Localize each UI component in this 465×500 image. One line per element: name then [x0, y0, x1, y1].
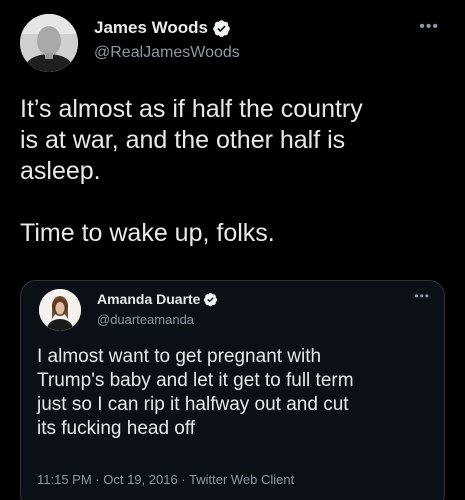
- author-avatar[interactable]: [20, 14, 78, 72]
- more-horizontal-icon[interactable]: •••: [419, 18, 439, 36]
- author-name[interactable]: James Woods: [94, 18, 208, 38]
- quoted-author-name-row[interactable]: Amanda Duarte: [97, 291, 218, 307]
- verified-badge-icon: [204, 292, 218, 306]
- quoted-author-avatar[interactable]: [39, 289, 81, 331]
- quoted-author-handle[interactable]: @duarteamanda: [97, 312, 194, 327]
- quoted-author-name[interactable]: Amanda Duarte: [97, 291, 200, 307]
- author-handle[interactable]: @RealJamesWoods: [94, 44, 240, 62]
- quoted-tweet-timestamp[interactable]: 11:15 PM · Oct 19, 2016 · Twitter Web Cl…: [37, 472, 294, 487]
- verified-badge-icon: [213, 19, 230, 37]
- author-name-row[interactable]: James Woods: [94, 18, 231, 38]
- tweet: James Woods @RealJamesWoods ••• It’s alm…: [0, 0, 465, 500]
- quoted-tweet-text: I almost want to get pregnant with Trump…: [37, 346, 354, 439]
- more-horizontal-icon[interactable]: •••: [414, 289, 430, 303]
- tweet-text: It’s almost as if half the country is at…: [20, 95, 363, 247]
- quoted-tweet[interactable]: Amanda Duarte @duarteamanda ••• I almost…: [20, 280, 445, 500]
